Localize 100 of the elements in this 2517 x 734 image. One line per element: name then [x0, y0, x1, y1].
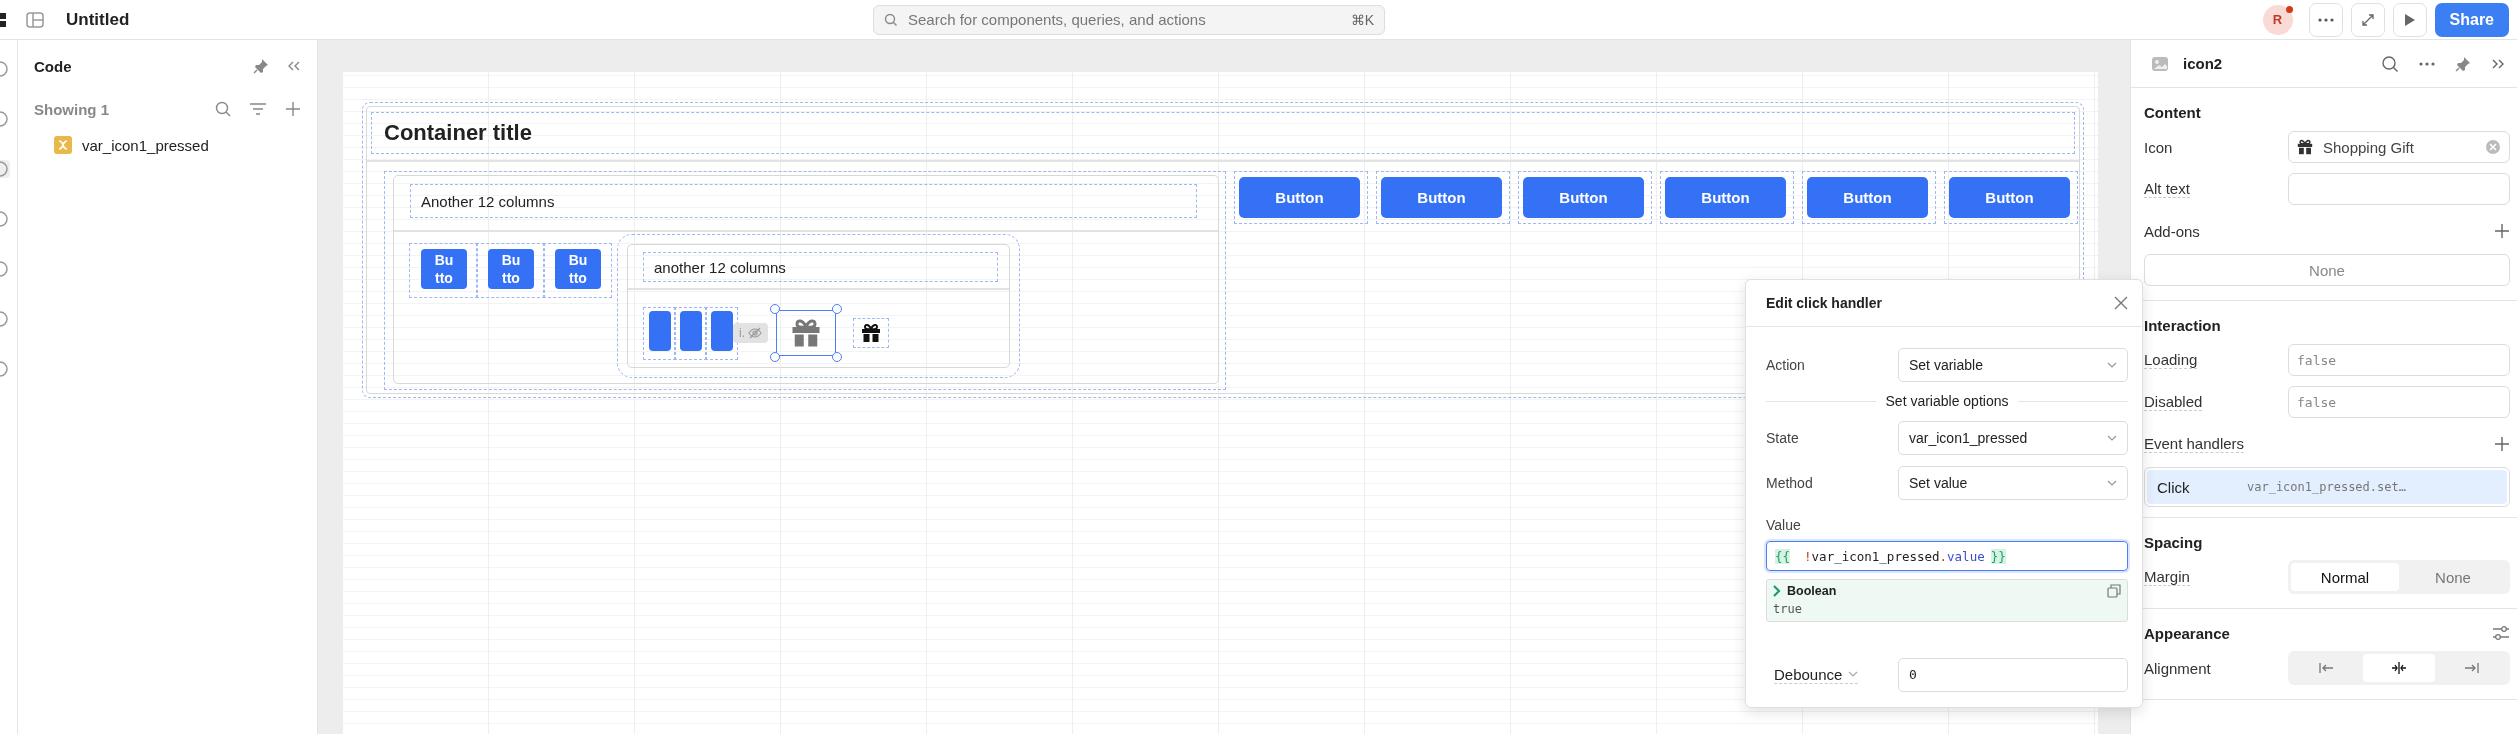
- canvas-button[interactable]: Button: [1807, 177, 1928, 218]
- gift-icon: [791, 318, 821, 348]
- section-title: Spacing: [2144, 533, 2203, 551]
- nav-icon[interactable]: [0, 60, 10, 78]
- nav-icon[interactable]: [0, 260, 10, 278]
- canvas-button[interactable]: Bu tto: [555, 249, 601, 289]
- resize-handle[interactable]: [832, 352, 842, 362]
- settings-icon[interactable]: [2492, 625, 2510, 641]
- result-type: Boolean: [1787, 584, 1837, 598]
- hidden-badge: i.: [733, 323, 768, 343]
- align-left-icon: [2319, 662, 2335, 674]
- debounce-field[interactable]: 0: [1898, 657, 2128, 692]
- event-handler-item[interactable]: Click var_icon1_pressed.set…: [2147, 470, 2507, 504]
- nav-icon[interactable]: [0, 110, 10, 128]
- code-field[interactable]: false: [2288, 344, 2510, 376]
- search-field[interactable]: Search for components, queries, and actions ⌘K: [873, 4, 1385, 35]
- section-title: Content: [2144, 103, 2201, 121]
- share-button[interactable]: Share: [2434, 2, 2509, 37]
- copy-icon[interactable]: [2107, 584, 2121, 598]
- result-value: true: [1773, 602, 1803, 616]
- search-icon[interactable]: [215, 101, 231, 117]
- canvas-button[interactable]: Button: [1665, 177, 1786, 218]
- play-icon: [2403, 12, 2416, 27]
- field-label: Loading: [2144, 351, 2198, 369]
- select-field[interactable]: var_icon1_pressed: [1898, 420, 2128, 455]
- expand-button[interactable]: [2350, 2, 2385, 37]
- canvas-button[interactable]: [711, 310, 733, 351]
- pin-icon[interactable]: [253, 58, 269, 74]
- collapse-icon[interactable]: [287, 60, 301, 72]
- expand-panel-icon[interactable]: [2491, 57, 2505, 70]
- nav-icon[interactable]: [0, 210, 10, 228]
- canvas-button[interactable]: Bu tto: [488, 249, 534, 289]
- filter-icon[interactable]: [249, 102, 267, 116]
- field-label: State: [1766, 429, 1799, 446]
- nav-icon[interactable]: [0, 160, 10, 178]
- variable-icon: [54, 136, 72, 154]
- canvas-button[interactable]: Button: [1949, 177, 2070, 218]
- resize-handle[interactable]: [770, 352, 780, 362]
- canvas-button[interactable]: [680, 310, 702, 351]
- search-icon[interactable]: [2381, 54, 2399, 73]
- code-field[interactable]: false: [2288, 386, 2510, 418]
- clear-icon[interactable]: [2485, 139, 2501, 155]
- more-icon[interactable]: [2419, 61, 2435, 66]
- segment-option[interactable]: Normal: [2291, 563, 2399, 591]
- field-label: Alt text: [2144, 180, 2190, 198]
- search-input[interactable]: Search for components, queries, and actions: [906, 10, 1343, 29]
- code-input[interactable]: {{ !var_icon1_pressed.value }}: [1766, 541, 2128, 571]
- more-button[interactable]: [2308, 2, 2343, 37]
- container-title: Container title: [372, 113, 2074, 153]
- pin-icon[interactable]: [2455, 55, 2471, 72]
- add-icon[interactable]: [285, 101, 301, 117]
- variable-item[interactable]: var_icon1_pressed: [34, 132, 301, 158]
- add-icon[interactable]: [2494, 436, 2510, 452]
- component-name: icon2: [2183, 55, 2223, 72]
- nested-title: another 12 columns: [644, 253, 997, 281]
- nav-icon[interactable]: [0, 310, 10, 328]
- field-label: Action: [1766, 356, 1805, 373]
- caret-icon: [2107, 361, 2117, 368]
- shortcut-hint: ⌘K: [1350, 11, 1374, 28]
- result-count: Showing 1: [34, 100, 109, 118]
- caret-icon: [2107, 479, 2117, 486]
- caret-icon: [2107, 434, 2117, 441]
- resize-handle[interactable]: [770, 304, 780, 314]
- field-label: Value: [1766, 517, 1802, 533]
- canvas-button[interactable]: Button: [1523, 177, 1644, 218]
- field-label: Margin: [2144, 568, 2190, 586]
- empty-addons: None: [2144, 254, 2510, 286]
- play-button[interactable]: [2392, 2, 2427, 37]
- dialog-title: Edit click handler: [1766, 295, 1882, 311]
- section-title: Interaction: [2144, 316, 2221, 334]
- canvas-button[interactable]: Button: [1381, 177, 1502, 218]
- column-card[interactable]: Another 12 columns Bu tto Bu tto Bu tto another 12 columns i.: [393, 175, 1219, 384]
- icon-select[interactable]: Shopping Gift: [2288, 131, 2510, 163]
- expand-icon: [2360, 12, 2375, 27]
- debounce-label: Debounce: [1774, 665, 1843, 683]
- field-label: Alignment: [2144, 659, 2211, 677]
- sidebar-toggle-icon[interactable]: [26, 10, 44, 29]
- close-icon[interactable]: [2114, 296, 2128, 310]
- gift-icon: [2297, 139, 2313, 155]
- field-label: Add-ons: [2144, 222, 2200, 240]
- alt-text-field[interactable]: [2288, 173, 2510, 205]
- more-icon: [2317, 17, 2334, 22]
- caret-icon: [1848, 671, 1859, 677]
- field-label[interactable]: Debounce: [1774, 665, 1859, 684]
- canvas-button[interactable]: Bu tto: [421, 249, 467, 289]
- chevron-right-icon[interactable]: [1773, 585, 1781, 597]
- add-icon[interactable]: [2494, 223, 2510, 239]
- canvas-button[interactable]: [649, 310, 671, 351]
- gift-icon: [861, 323, 881, 343]
- select-field[interactable]: Set variable: [1898, 347, 2128, 382]
- column-title: Another 12 columns: [411, 185, 1196, 217]
- select-field[interactable]: Set value: [1898, 465, 2128, 500]
- user-avatar[interactable]: R: [2262, 4, 2293, 35]
- canvas-button[interactable]: Button: [1239, 177, 1360, 218]
- icon-component[interactable]: [854, 319, 888, 347]
- alignment-option[interactable]: [2363, 654, 2435, 682]
- resize-handle[interactable]: [832, 304, 842, 314]
- app-title: Untitled: [66, 9, 130, 30]
- nav-icon[interactable]: [0, 360, 10, 378]
- segment-option[interactable]: None: [2399, 563, 2507, 591]
